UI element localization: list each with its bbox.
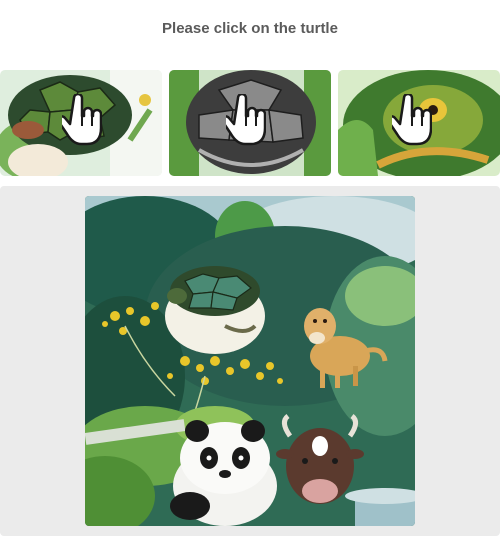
hand-pointer-icon bbox=[387, 92, 433, 146]
dog-target[interactable] bbox=[305, 296, 385, 391]
cow-target[interactable] bbox=[285, 425, 365, 515]
hand-pointer-icon bbox=[57, 92, 103, 146]
captcha-prompt: Please click on the turtle bbox=[162, 20, 338, 37]
panda-target[interactable] bbox=[175, 410, 285, 520]
example-strip bbox=[0, 70, 500, 176]
hand-pointer-icon bbox=[221, 92, 267, 146]
turtle-target[interactable] bbox=[165, 262, 265, 347]
